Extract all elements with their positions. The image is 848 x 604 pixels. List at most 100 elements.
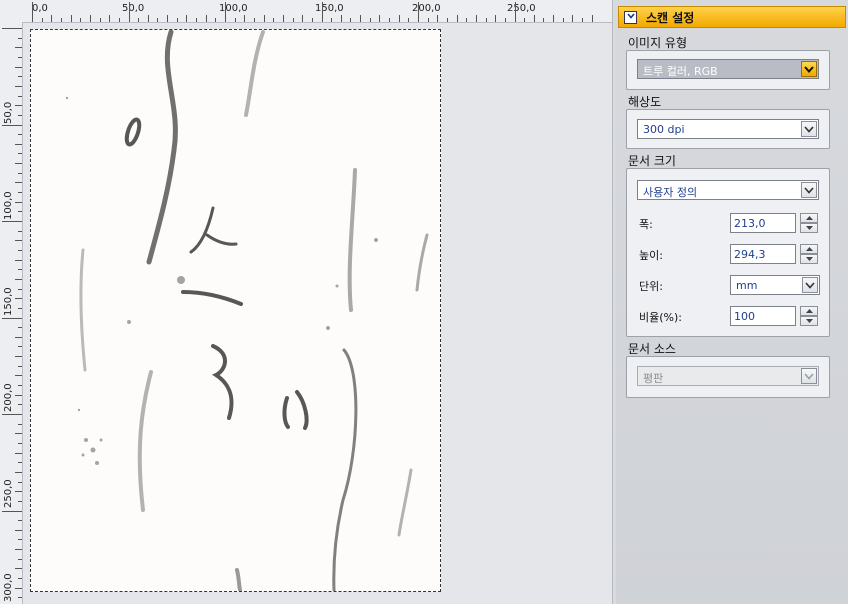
ruler-tick <box>533 15 535 22</box>
ruler-tick <box>2 124 22 126</box>
ruler-label: 200,0 <box>3 383 14 412</box>
spin-down-icon[interactable] <box>800 223 818 233</box>
ruler-tick <box>18 114 22 116</box>
chevron-down-icon <box>626 13 635 21</box>
image-type-select[interactable]: 트루 컬러, RGB <box>637 59 819 79</box>
dropdown-button[interactable] <box>801 182 817 198</box>
unit-label: 단위: <box>639 280 663 293</box>
ruler-tick <box>18 134 22 136</box>
ruler-tick <box>524 18 526 22</box>
ruler-tick <box>15 491 22 493</box>
ruler-tick <box>562 18 564 22</box>
dropdown-button[interactable] <box>802 277 818 293</box>
ruler-tick <box>379 15 381 22</box>
spin-up-icon[interactable] <box>800 213 818 223</box>
ruler-tick <box>389 18 391 22</box>
ruler-tick <box>18 385 22 387</box>
resolution-select[interactable]: 300 dpi <box>637 119 819 139</box>
ruler-tick <box>18 211 22 213</box>
scan-settings-header[interactable]: 스캔 설정 <box>618 6 846 28</box>
ruler-tick <box>456 15 458 22</box>
ruler-tick <box>18 423 22 425</box>
ruler-tick <box>80 18 82 22</box>
ratio-input[interactable]: 100 <box>730 306 796 326</box>
spin-down-icon[interactable] <box>800 316 818 326</box>
ruler-tick <box>15 278 22 280</box>
chevron-down-icon <box>804 123 814 136</box>
ruler-label: 0,0 <box>32 3 48 14</box>
width-input[interactable]: 213,0 <box>730 213 796 233</box>
document-source-label: 문서 소스 <box>628 342 676 356</box>
ruler-tick <box>109 15 111 22</box>
ruler-tick <box>15 336 22 338</box>
ruler-tick <box>15 452 22 454</box>
ruler-tick <box>18 346 22 348</box>
ruler-tick <box>591 15 593 22</box>
height-stepper[interactable] <box>800 244 818 264</box>
document-size-label: 문서 크기 <box>628 154 676 168</box>
width-stepper[interactable] <box>800 213 818 233</box>
calligraphy-artwork <box>65 29 429 592</box>
ruler-label: 250,0 <box>507 3 536 14</box>
unit-select[interactable]: mm <box>730 275 820 295</box>
ruler-tick <box>15 298 22 300</box>
chevron-down-icon <box>804 184 814 197</box>
spin-up-icon[interactable] <box>800 244 818 254</box>
ruler-tick <box>408 18 410 22</box>
ruler-tick <box>311 18 313 22</box>
ruler-tick <box>495 15 497 22</box>
ruler-tick <box>292 18 294 22</box>
ruler-tick <box>340 15 342 22</box>
document-size-group: 사용자 정의 폭: 213,0 높이: 294,3 단위: mm 비율(%): … <box>626 168 830 337</box>
scanned-document-preview[interactable] <box>30 29 441 592</box>
ruler-label: 150,0 <box>3 287 14 316</box>
ruler-tick <box>446 18 448 22</box>
ruler-tick <box>18 462 22 464</box>
ruler-tick <box>51 15 53 22</box>
ruler-tick <box>18 172 22 174</box>
ruler-tick <box>253 18 255 22</box>
dropdown-button[interactable] <box>801 61 817 77</box>
ruler-tick <box>466 18 468 22</box>
document-size-select[interactable]: 사용자 정의 <box>637 180 819 200</box>
ruler-label: 300,0 <box>3 573 14 602</box>
dropdown-button[interactable] <box>801 121 817 137</box>
ruler-tick <box>543 18 545 22</box>
ruler-tick <box>18 76 22 78</box>
ruler-tick <box>15 85 22 87</box>
ruler-tick <box>18 192 22 194</box>
horizontal-ruler: 0,0 50,0 100,0 150,0 200,0 250,0 <box>22 0 612 23</box>
ruler-tick <box>18 365 22 367</box>
ruler-tick <box>15 163 22 165</box>
ruler-label: 50,0 <box>3 101 14 124</box>
ruler-tick <box>18 153 22 155</box>
ruler-tick <box>18 327 22 329</box>
ruler-tick <box>138 18 140 22</box>
ruler-label: 50,0 <box>122 3 145 14</box>
ratio-label: 비율(%): <box>639 311 682 324</box>
collapse-checkbox[interactable] <box>624 10 637 24</box>
height-label: 높이: <box>639 249 663 262</box>
ruler-tick <box>350 18 352 22</box>
ruler-tick <box>15 47 22 49</box>
scan-preview-area[interactable] <box>23 23 612 604</box>
height-input[interactable]: 294,3 <box>730 244 796 264</box>
spin-up-icon[interactable] <box>800 306 818 316</box>
ruler-tick <box>398 15 400 22</box>
ratio-stepper[interactable] <box>800 306 818 326</box>
ruler-tick <box>485 18 487 22</box>
spin-down-icon[interactable] <box>800 254 818 264</box>
ruler-tick <box>582 18 584 22</box>
ruler-tick <box>15 259 22 261</box>
ruler-tick <box>2 317 22 319</box>
ruler-tick <box>360 15 362 22</box>
ruler-tick <box>18 558 22 560</box>
dropdown-button <box>801 368 817 384</box>
ruler-tick <box>18 539 22 541</box>
ruler-tick <box>15 471 22 473</box>
ruler-tick <box>205 15 207 22</box>
ruler-tick <box>176 18 178 22</box>
ruler-tick <box>147 15 149 22</box>
ruler-tick <box>18 578 22 580</box>
ruler-tick <box>18 597 22 599</box>
